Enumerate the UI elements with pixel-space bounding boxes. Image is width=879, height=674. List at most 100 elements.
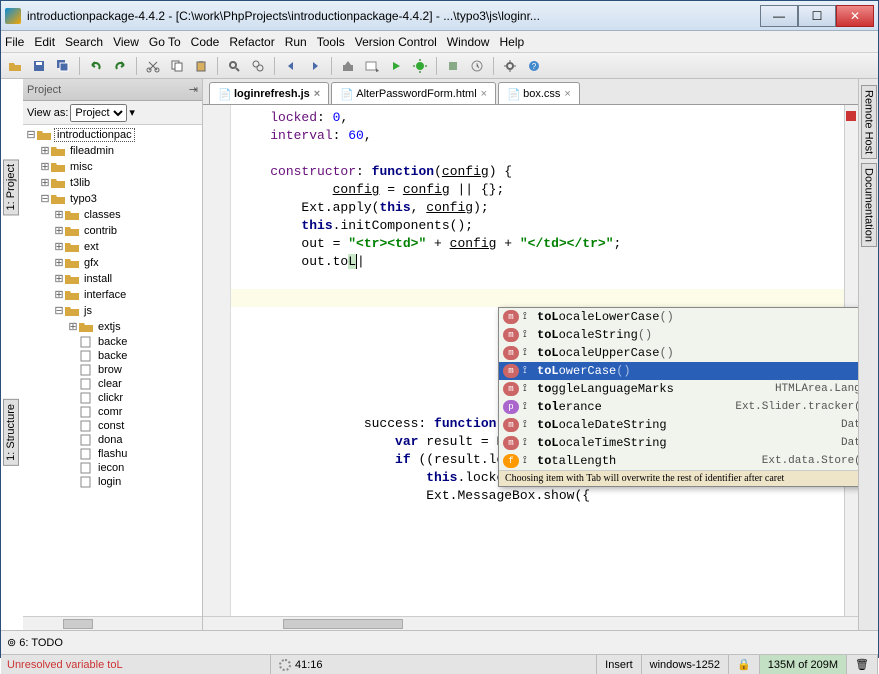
menu-code[interactable]: Code	[191, 35, 220, 49]
menu-refactor[interactable]: Refactor	[229, 35, 274, 49]
bottom-toolbar: ⊚ 6: TODO	[1, 630, 878, 654]
vcs-icon[interactable]	[443, 56, 463, 76]
app-icon	[5, 8, 21, 24]
project-view-select[interactable]: Project	[70, 104, 127, 122]
history-icon[interactable]	[467, 56, 487, 76]
error-stripe-icon[interactable]	[846, 111, 856, 121]
build-icon[interactable]	[338, 56, 358, 76]
tree-item[interactable]: clickr	[96, 392, 125, 404]
menu-view[interactable]: View	[113, 35, 139, 49]
completion-item[interactable]: m⟟toLocaleString()Object	[499, 326, 858, 344]
tree-item[interactable]: typo3	[68, 193, 99, 205]
menu-vcs[interactable]: Version Control	[355, 35, 437, 49]
completion-item[interactable]: m⟟toLowerCase()String	[499, 362, 858, 380]
tree-item[interactable]: ext	[82, 241, 101, 253]
sidebar-tab-structure[interactable]: 1: Structure	[3, 399, 19, 466]
menu-edit[interactable]: Edit	[34, 35, 55, 49]
completion-item[interactable]: f⟟totalLengthExt.data.Store(ext-all-debu…	[499, 452, 858, 470]
tree-root[interactable]: introductionpac	[54, 128, 135, 142]
forward-icon[interactable]	[305, 56, 325, 76]
tree-item[interactable]: interface	[82, 289, 128, 301]
caret-position: 41:16	[295, 659, 323, 671]
open-icon[interactable]	[5, 56, 25, 76]
completion-item[interactable]: p⟟toleranceExt.Slider.tracker(ext-all-de…	[499, 398, 858, 416]
project-hscroll[interactable]	[23, 616, 202, 630]
completion-item[interactable]: m⟟toLocaleDateStringDate(ECMAScript.js2)	[499, 416, 858, 434]
tab-close-icon[interactable]: ×	[481, 88, 487, 100]
tree-item[interactable]: iecon	[96, 462, 126, 474]
sidebar-tab-project[interactable]: 1: Project	[3, 159, 19, 215]
html-file-icon: 📄	[340, 88, 352, 100]
tree-item[interactable]: classes	[82, 209, 123, 221]
tab-loginrefresh[interactable]: 📄 loginrefresh.js ×	[209, 82, 329, 104]
window-controls: — ☐ ✕	[760, 5, 874, 27]
debug-icon[interactable]	[410, 56, 430, 76]
tree-item[interactable]: fileadmin	[68, 145, 116, 157]
tree-item[interactable]: brow	[96, 364, 124, 376]
tree-item[interactable]: const	[96, 420, 126, 432]
project-header-label: Project	[27, 84, 61, 96]
tree-item[interactable]: contrib	[82, 225, 119, 237]
maximize-button[interactable]: ☐	[798, 5, 836, 27]
tree-item[interactable]: js	[82, 305, 94, 317]
copy-icon[interactable]	[167, 56, 187, 76]
undo-icon[interactable]	[86, 56, 106, 76]
tree-item[interactable]: dona	[96, 434, 124, 446]
minimize-button[interactable]: —	[760, 5, 798, 27]
paste-icon[interactable]	[191, 56, 211, 76]
code-editor[interactable]: locked: 0, interval: 60, constructor: fu…	[203, 105, 858, 616]
tree-item[interactable]: clear	[96, 378, 124, 390]
tree-item[interactable]: misc	[68, 161, 95, 173]
editor-hscroll[interactable]	[203, 616, 858, 630]
menu-file[interactable]: File	[5, 35, 24, 49]
find-icon[interactable]	[224, 56, 244, 76]
close-button[interactable]: ✕	[836, 5, 874, 27]
todo-tab[interactable]: ⊚ 6: TODO	[7, 636, 63, 649]
tree-item[interactable]: t3lib	[68, 177, 92, 189]
menu-help[interactable]: Help	[499, 35, 524, 49]
tree-item[interactable]: install	[82, 273, 114, 285]
settings-icon[interactable]	[500, 56, 520, 76]
menu-window[interactable]: Window	[447, 35, 490, 49]
css-file-icon: 📄	[507, 88, 519, 100]
run-dropdown-icon[interactable]	[362, 56, 382, 76]
completion-item[interactable]: m⟟toLocaleTimeStringDate(ECMAScript.js2)	[499, 434, 858, 452]
save-icon[interactable]	[29, 56, 49, 76]
tab-close-icon[interactable]: ×	[564, 88, 570, 100]
tab-alterpassword[interactable]: 📄 AlterPasswordForm.html ×	[331, 82, 496, 104]
completion-item[interactable]: m⟟toggleLanguageMarksHTMLArea.Language(l…	[499, 380, 858, 398]
tree-item[interactable]: comr	[96, 406, 124, 418]
menu-search[interactable]: Search	[65, 35, 103, 49]
tree-item[interactable]: flashu	[96, 448, 129, 460]
cut-icon[interactable]	[143, 56, 163, 76]
menu-run[interactable]: Run	[285, 35, 307, 49]
run-icon[interactable]	[386, 56, 406, 76]
completion-item[interactable]: m⟟toLocaleUpperCase()String	[499, 344, 858, 362]
tree-item[interactable]: backe	[96, 350, 129, 362]
replace-icon[interactable]	[248, 56, 268, 76]
collapse-icon[interactable]: ⇥	[189, 83, 198, 96]
title-bar: introductionpackage-4.4.2 - [C:\work\Php…	[1, 1, 878, 31]
back-icon[interactable]	[281, 56, 301, 76]
tree-item[interactable]: gfx	[82, 257, 101, 269]
tab-close-icon[interactable]: ×	[314, 88, 320, 100]
tab-label: loginrefresh.js	[234, 88, 310, 100]
help-icon[interactable]: ?	[524, 56, 544, 76]
project-tree[interactable]: ⊟introductionpac ⊞fileadmin ⊞misc ⊞t3lib…	[23, 125, 202, 616]
tab-boxcss[interactable]: 📄 box.css ×	[498, 82, 580, 104]
saveall-icon[interactable]	[53, 56, 73, 76]
spinner-icon	[279, 659, 291, 671]
tree-item[interactable]: backe	[96, 336, 129, 348]
sidebar-tab-documentation[interactable]: Documentation	[861, 163, 877, 247]
editor-gutter	[203, 105, 231, 616]
tree-item[interactable]: login	[96, 476, 123, 488]
gear-icon[interactable]: ▾	[129, 106, 135, 119]
menu-tools[interactable]: Tools	[317, 35, 345, 49]
completion-item[interactable]: m⟟toLocaleLowerCase()String	[499, 308, 858, 326]
sidebar-tab-remotehost[interactable]: Remote Host	[861, 85, 877, 159]
menu-goto[interactable]: Go To	[149, 35, 181, 49]
code-completion-popup[interactable]: m⟟toLocaleLowerCase()Stringm⟟toLocaleStr…	[498, 307, 858, 487]
redo-icon[interactable]	[110, 56, 130, 76]
tree-item[interactable]: extjs	[96, 321, 123, 333]
editor-area: 📄 loginrefresh.js × 📄 AlterPasswordForm.…	[203, 79, 858, 630]
